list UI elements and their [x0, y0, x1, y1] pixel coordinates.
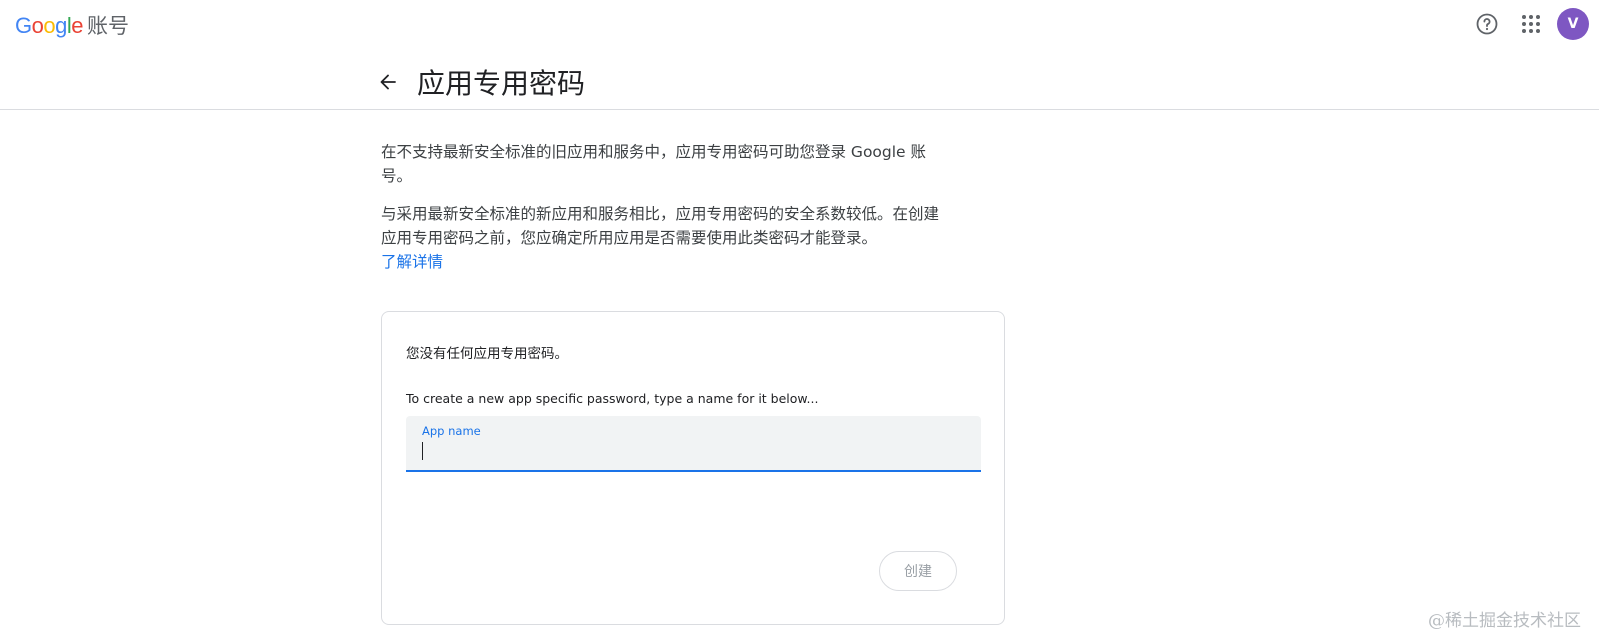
create-hint: To create a new app specific password, t… — [406, 391, 819, 406]
intro-section: 在不支持最新安全标准的旧应用和服务中，应用专用密码可助您登录 Google 账号… — [381, 140, 941, 288]
google-account-logo[interactable]: Google 账号 — [15, 10, 129, 40]
app-name-label: App name — [422, 424, 481, 438]
app-name-input[interactable] — [422, 442, 962, 462]
learn-more-link[interactable]: 了解详情 — [381, 250, 941, 274]
empty-state-message: 您没有任何应用专用密码。 — [406, 346, 568, 362]
intro-paragraph-2-text: 与采用最新安全标准的新应用和服务相比，应用专用密码的安全系数较低。在创建应用专用… — [381, 205, 940, 247]
page-title: 应用专用密码 — [417, 67, 586, 100]
google-wordmark: Google — [15, 13, 84, 38]
app-name-field[interactable]: App name — [406, 416, 981, 472]
help-button[interactable] — [1470, 7, 1504, 41]
avatar-initial: V — [1567, 16, 1579, 32]
product-name: 账号 — [87, 14, 130, 38]
account-avatar[interactable]: V — [1557, 8, 1589, 40]
back-button[interactable] — [374, 68, 402, 96]
top-bar: Google 账号 V — [0, 0, 1599, 48]
app-password-card: 您没有任何应用专用密码。 To create a new app specifi… — [381, 311, 1005, 625]
apps-button[interactable] — [1514, 7, 1548, 41]
page-header: 应用专用密码 — [0, 48, 1599, 110]
watermark: @稀土掘金技术社区 — [1428, 611, 1581, 631]
create-button-label: 创建 — [904, 564, 932, 580]
help-circle-icon — [1476, 13, 1498, 35]
create-button[interactable]: 创建 — [879, 551, 957, 591]
apps-grid-icon — [1522, 15, 1540, 33]
intro-paragraph-1: 在不支持最新安全标准的旧应用和服务中，应用专用密码可助您登录 Google 账号… — [381, 143, 927, 185]
top-actions: V — [1460, 7, 1589, 41]
intro-paragraph-2: 与采用最新安全标准的新应用和服务相比，应用专用密码的安全系数较低。在创建应用专用… — [381, 202, 941, 274]
arrow-back-icon — [380, 74, 396, 90]
